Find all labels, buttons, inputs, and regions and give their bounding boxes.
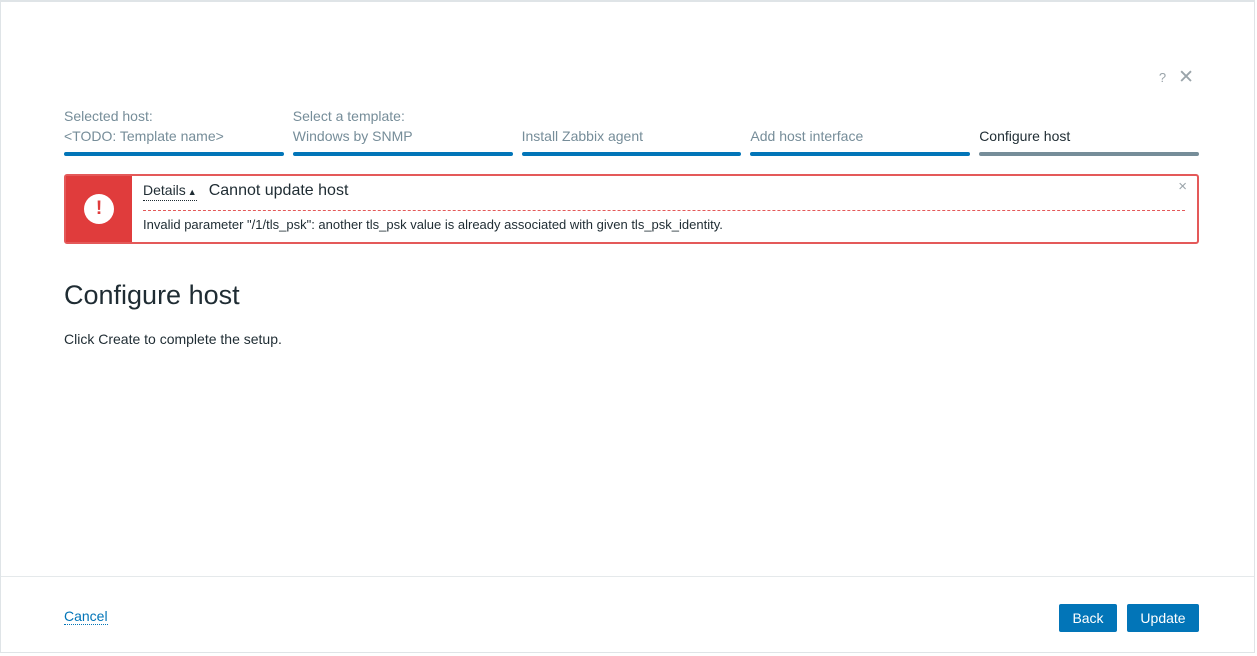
error-message-body: Details ▲ Cannot update host Invalid para…	[132, 176, 1197, 242]
help-icon[interactable]: ?	[1159, 68, 1166, 88]
update-button[interactable]: Update	[1127, 604, 1199, 632]
step-progress-bar	[521, 152, 742, 156]
header-controls: ? ✕	[1159, 68, 1194, 88]
section-description: Click Create to complete the setup.	[64, 331, 282, 347]
step-label: Add host interface	[750, 128, 864, 144]
step-progress-bar	[292, 152, 513, 156]
error-icon-box: !	[66, 176, 132, 242]
step-label-top: Selected host:	[64, 108, 153, 124]
details-toggle[interactable]: Details ▲	[143, 182, 197, 201]
host-wizard-dialog: ? ✕ Selected host: <TODO: Template name>…	[0, 0, 1255, 653]
step-label: Install Zabbix agent	[521, 128, 643, 144]
step-progress-bar	[979, 152, 1199, 156]
close-icon[interactable]: ✕	[1178, 68, 1194, 88]
step-label-top: Select a template:	[292, 108, 405, 124]
message-close-icon[interactable]: ×	[1178, 178, 1187, 195]
step-install-agent[interactable]: Install Zabbix agent	[521, 106, 742, 156]
step-selected-host[interactable]: Selected host: <TODO: Template name>	[64, 106, 284, 156]
step-add-interface[interactable]: Add host interface	[750, 106, 971, 156]
error-title-row: Details ▲ Cannot update host	[143, 182, 1185, 211]
dialog-footer: Cancel Back Update	[1, 576, 1254, 656]
step-label: Configure host	[979, 128, 1071, 144]
page-title: Configure host	[64, 280, 240, 310]
step-label: Windows by SNMP	[292, 128, 413, 144]
back-button[interactable]: Back	[1059, 604, 1117, 632]
error-detail: Invalid parameter "/1/tls_psk": another …	[143, 217, 723, 232]
step-progress-bar	[64, 152, 284, 156]
error-message-box: ! Details ▲ Cannot update host Invalid pa…	[64, 174, 1199, 244]
alert-icon: !	[84, 194, 114, 224]
caret-up-icon: ▲	[187, 187, 197, 197]
details-label: Details	[143, 182, 186, 198]
step-progress-bar	[750, 152, 971, 156]
cancel-link[interactable]: Cancel	[64, 608, 108, 625]
wizard-steps: Selected host: <TODO: Template name> Sel…	[64, 106, 1199, 156]
error-title: Cannot update host	[208, 182, 349, 199]
step-select-template[interactable]: Select a template: Windows by SNMP	[292, 106, 513, 156]
step-label: <TODO: Template name>	[64, 128, 224, 144]
step-configure-host[interactable]: Configure host	[979, 106, 1199, 156]
